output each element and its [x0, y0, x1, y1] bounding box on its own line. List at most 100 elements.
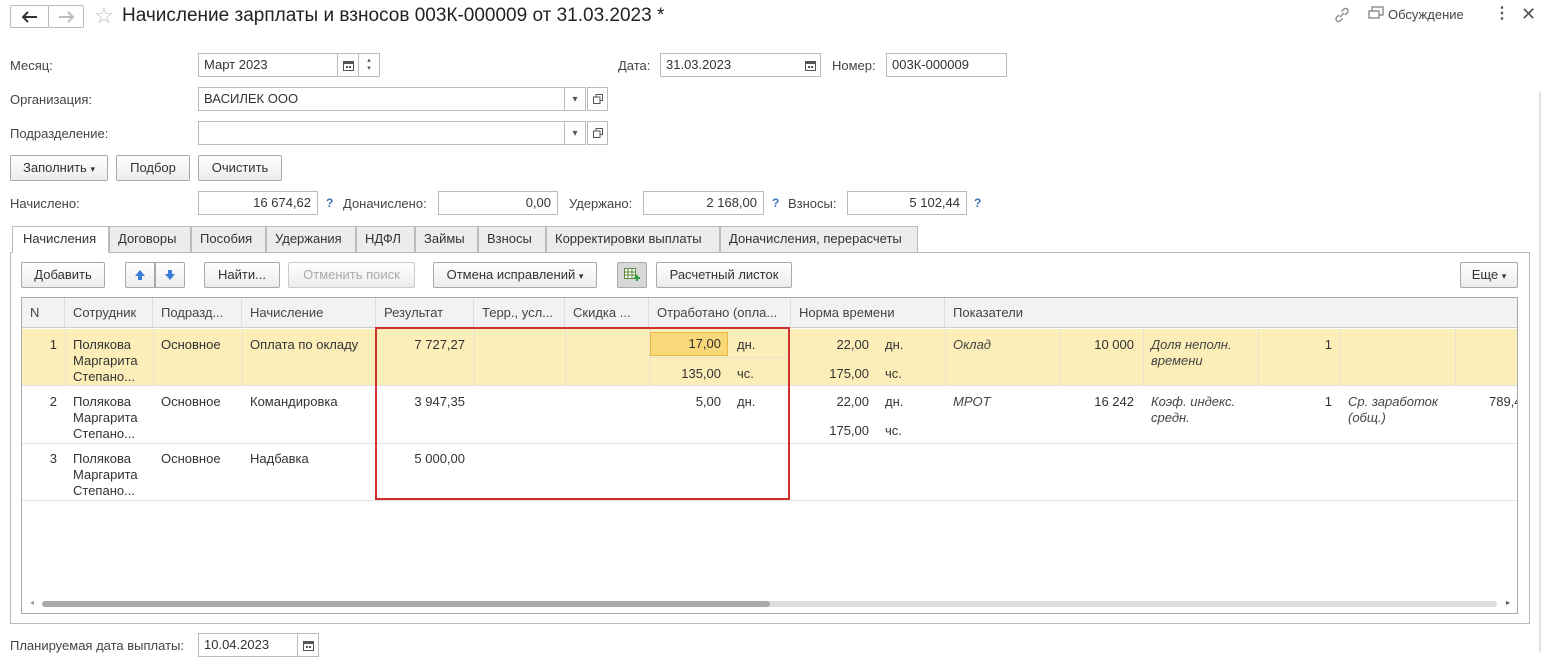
month-field[interactable]: Март 2023: [198, 53, 338, 77]
column-header-worked[interactable]: Отработано (опла...: [649, 298, 791, 328]
more-button[interactable]: Еще ▾: [1460, 262, 1518, 288]
column-header-territory[interactable]: Терр., усл...: [474, 298, 565, 328]
employee-name-line3: Степано...: [73, 426, 135, 441]
accrued-label: Начислено:: [10, 196, 80, 211]
discussion-button[interactable]: Обсуждение: [1368, 6, 1464, 22]
tab-loans[interactable]: Займы: [415, 226, 478, 252]
arrow-left-icon: [21, 10, 37, 23]
indicator-value: 16 242: [1094, 394, 1134, 409]
cancel-corrections-label: Отмена исправлений: [446, 267, 576, 282]
month-calendar-button[interactable]: [338, 53, 359, 77]
column-header-indicators[interactable]: Показатели: [945, 298, 1517, 328]
department-field[interactable]: [198, 121, 565, 145]
discussion-label: Обсуждение: [1388, 6, 1464, 22]
find-button[interactable]: Найти...: [204, 262, 280, 288]
row-number: 2: [49, 394, 57, 409]
scroll-right-icon[interactable]: ▸: [1506, 598, 1510, 607]
payslip-button[interactable]: Расчетный листок: [656, 262, 792, 288]
tab-benefits[interactable]: Пособия: [191, 226, 266, 252]
department-cell: Основное: [161, 394, 221, 409]
link-icon[interactable]: [1333, 6, 1351, 27]
indicator-name-line2: времени: [1151, 353, 1203, 368]
column-header-result[interactable]: Результат: [376, 298, 474, 328]
date-label: Дата:: [618, 58, 651, 73]
table-add-icon: [624, 268, 640, 281]
pick-button[interactable]: Подбор: [116, 155, 190, 181]
department-cell: Основное: [161, 337, 221, 352]
withheld-help-icon[interactable]: ?: [772, 196, 779, 210]
employee-name-line3: Степано...: [73, 369, 135, 384]
withheld-label: Удержано:: [569, 196, 633, 211]
additional-field: 0,00: [438, 191, 558, 215]
fill-button-label: Заполнить: [23, 160, 87, 175]
employee-name-line2: Маргарита: [73, 353, 138, 368]
tab-payment-corrections[interactable]: Корректировки выплаты: [546, 226, 720, 252]
table-settings-button[interactable]: [617, 262, 647, 288]
spin-up-icon[interactable]: ▴: [367, 57, 371, 65]
employee-name-line2: Маргарита: [73, 467, 138, 482]
department-open-button[interactable]: [587, 121, 608, 145]
chat-icon: [1368, 6, 1384, 19]
chevron-down-icon: ▾: [572, 93, 578, 105]
column-divider: [1340, 329, 1341, 386]
indicator-name: МРОТ: [953, 394, 991, 409]
chevron-down-icon: ▾: [572, 127, 578, 139]
row-number: 3: [49, 451, 57, 466]
pay-date-calendar-button[interactable]: [298, 633, 319, 657]
tab-accruals[interactable]: Начисления: [12, 226, 109, 253]
tab-contracts[interactable]: Договоры: [109, 226, 191, 252]
organization-dropdown-button[interactable]: ▾: [565, 87, 586, 111]
month-label: Месяц:: [10, 58, 53, 73]
column-header-norm[interactable]: Норма времени: [791, 298, 945, 328]
number-field[interactable]: 003К-000009: [886, 53, 1007, 77]
norm-hours-unit: чс.: [885, 423, 902, 438]
employee-name-line2: Маргарита: [73, 410, 138, 425]
calendar-icon: [804, 60, 816, 71]
chevron-down-icon: ▾: [578, 271, 584, 281]
organization-field[interactable]: ВАСИЛЕК ООО: [198, 87, 565, 111]
tab-contributions[interactable]: Взносы: [478, 226, 546, 252]
fill-button[interactable]: Заполнить ▾: [10, 155, 108, 181]
month-spin-button[interactable]: ▴ ▾: [359, 53, 380, 77]
column-header-department[interactable]: Подразд...: [153, 298, 242, 328]
favorite-star-icon[interactable]: ☆: [94, 4, 114, 28]
tab-recalculations[interactable]: Доначисления, перерасчеты: [720, 226, 918, 252]
department-cell: Основное: [161, 451, 221, 466]
date-field[interactable]: 31.03.2023: [660, 53, 801, 77]
indicator-name-line2: (общ.): [1348, 410, 1386, 425]
column-header-discount[interactable]: Скидка ...: [565, 298, 649, 328]
add-button[interactable]: Добавить: [21, 262, 105, 288]
date-calendar-button[interactable]: [800, 53, 821, 77]
horizontal-scrollbar-thumb[interactable]: [42, 601, 770, 607]
clear-button[interactable]: Очистить: [198, 155, 282, 181]
more-menu-icon[interactable]: ⋮: [1494, 5, 1510, 23]
spin-down-icon[interactable]: ▾: [367, 65, 371, 73]
norm-days-unit: дн.: [885, 337, 904, 352]
cancel-search-button[interactable]: Отменить поиск: [288, 262, 415, 288]
close-icon[interactable]: ✕: [1521, 4, 1536, 24]
back-button[interactable]: [10, 5, 49, 28]
organization-open-button[interactable]: [587, 87, 608, 111]
forward-button[interactable]: [48, 5, 84, 28]
column-header-accrual[interactable]: Начисление: [242, 298, 376, 328]
scroll-left-icon[interactable]: ◂: [30, 598, 34, 607]
cancel-corrections-button[interactable]: Отмена исправлений ▾: [433, 262, 597, 288]
move-up-button[interactable]: [125, 262, 155, 288]
accrued-help-icon[interactable]: ?: [326, 196, 333, 210]
move-down-button[interactable]: [155, 262, 185, 288]
tab-ndfl[interactable]: НДФЛ: [356, 226, 415, 252]
contributions-help-icon[interactable]: ?: [974, 196, 981, 210]
column-header-employee[interactable]: Сотрудник: [65, 298, 153, 328]
indicator-value: 1: [1324, 337, 1332, 352]
column-header-n[interactable]: N: [22, 298, 65, 328]
tab-deductions[interactable]: Удержания: [266, 226, 356, 252]
indicator-name-line2: средн.: [1151, 410, 1190, 425]
pay-date-field[interactable]: 10.04.2023: [198, 633, 298, 657]
contributions-label: Взносы:: [788, 196, 837, 211]
accrual-cell: Командировка: [250, 394, 338, 409]
employee-name-line1: Полякова: [73, 451, 131, 466]
norm-days-unit: дн.: [885, 394, 904, 409]
department-dropdown-button[interactable]: ▾: [565, 121, 586, 145]
indicator-name: Оклад: [953, 337, 991, 352]
calendar-icon: [302, 640, 314, 651]
